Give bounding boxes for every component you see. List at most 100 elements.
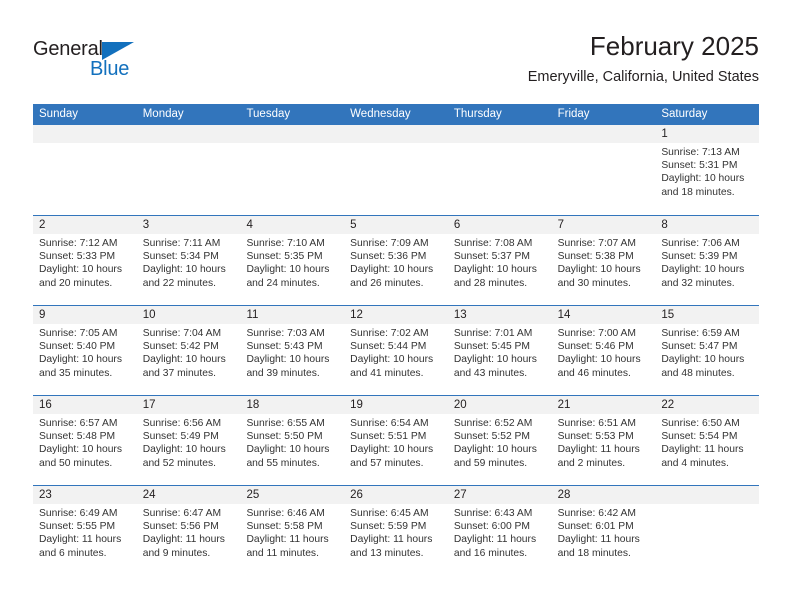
day-cell[interactable]: 15 Sunrise: 6:59 AM Sunset: 5:47 PM Dayligh… (655, 306, 760, 395)
day-cell[interactable]: 23 Sunrise: 6:49 AM Sunset: 5:55 PM Dayligh… (33, 486, 137, 575)
day-details: Sunrise: 7:13 AM Sunset: 5:31 PM Daylight:… (655, 143, 759, 199)
weekday-header-monday: Monday (142, 108, 184, 120)
day-cell[interactable]: 14 Sunrise: 7:00 AM Sunset: 5:46 PM Dayligh… (551, 306, 656, 395)
daylight-text: Daylight: 10 hours and 39 minutes. (246, 354, 330, 379)
day-number: 28 (551, 486, 656, 504)
day-cell[interactable]: 1 Sunrise: 7:13 AM Sunset: 5:31 PM Daylight… (655, 125, 760, 215)
sunset-text: Sunset: 5:44 PM (350, 341, 427, 353)
day-cell[interactable]: 24 Sunrise: 6:47 AM Sunset: 5:56 PM Dayligh… (136, 486, 241, 575)
day-cell[interactable]: 4 Sunrise: 7:10 AM Sunset: 5:35 PM Daylight… (240, 216, 345, 305)
brand-name-blue: Blue (90, 58, 130, 80)
day-number (240, 125, 345, 143)
day-cell[interactable]: 12 Sunrise: 7:02 AM Sunset: 5:44 PM Dayligh… (344, 306, 448, 395)
sunrise-text: Sunrise: 6:45 AM (350, 508, 429, 519)
day-number: 6 (447, 216, 552, 234)
day-number: 14 (551, 306, 656, 324)
day-details: Sunrise: 6:51 AM Sunset: 5:53 PM Daylight:… (552, 414, 656, 470)
sunrise-text: Sunrise: 7:00 AM (557, 328, 637, 339)
day-cell-empty (240, 125, 345, 215)
week-row: 23 Sunrise: 6:49 AM Sunset: 5:55 PM Dayligh… (33, 485, 760, 575)
day-cell[interactable]: 17 Sunrise: 6:56 AM Sunset: 5:49 PM Dayligh… (136, 396, 241, 485)
day-details: Sunrise: 6:54 AM Sunset: 5:51 PM Daylight:… (344, 414, 448, 470)
calendar-page: General Blue February 2025 Emeryville, C… (0, 0, 792, 612)
day-details: Sunrise: 6:43 AM Sunset: 6:00 PM Daylight:… (448, 504, 552, 560)
day-cell[interactable]: 19 Sunrise: 6:54 AM Sunset: 5:51 PM Dayligh… (344, 396, 448, 485)
day-details: Sunrise: 7:03 AM Sunset: 5:43 PM Daylight:… (240, 324, 344, 380)
weekday-header-row: Sunday Monday Tuesday Wednesday Thursday… (33, 104, 759, 125)
sunset-text: Sunset: 5:48 PM (39, 431, 116, 443)
day-number: 8 (655, 216, 760, 234)
daylight-text: Daylight: 11 hours and 6 minutes. (39, 534, 122, 559)
day-number: 19 (344, 396, 448, 414)
day-cell[interactable]: 3 Sunrise: 7:11 AM Sunset: 5:34 PM Daylight… (136, 216, 241, 305)
day-cell[interactable]: 22 Sunrise: 6:50 AM Sunset: 5:54 PM Dayligh… (655, 396, 760, 485)
title-block: February 2025 Emeryville, California, Un… (528, 30, 759, 88)
week-row: 2 Sunrise: 7:12 AM Sunset: 5:33 PM Daylight… (33, 215, 760, 305)
day-number (33, 125, 137, 143)
sunrise-text: Sunrise: 6:59 AM (661, 328, 740, 339)
day-cell[interactable]: 5 Sunrise: 7:09 AM Sunset: 5:36 PM Daylight… (344, 216, 448, 305)
day-cell[interactable]: 10 Sunrise: 7:04 AM Sunset: 5:42 PM Dayligh… (136, 306, 241, 395)
sunset-text: Sunset: 5:55 PM (39, 521, 116, 533)
sunrise-text: Sunrise: 7:04 AM (142, 328, 222, 339)
day-details: Sunrise: 7:08 AM Sunset: 5:37 PM Daylight:… (448, 234, 552, 290)
day-cell[interactable]: 7 Sunrise: 7:07 AM Sunset: 5:38 PM Daylight… (551, 216, 656, 305)
weekday-header-sunday: Sunday (39, 108, 79, 120)
day-details: Sunrise: 6:46 AM Sunset: 5:58 PM Daylight:… (240, 504, 344, 560)
day-cell[interactable]: 26 Sunrise: 6:45 AM Sunset: 5:59 PM Dayligh… (344, 486, 448, 575)
sunset-text: Sunset: 5:40 PM (39, 341, 116, 353)
day-details: Sunrise: 6:56 AM Sunset: 5:49 PM Daylight:… (137, 414, 241, 470)
day-cell[interactable]: 20 Sunrise: 6:52 AM Sunset: 5:52 PM Dayligh… (447, 396, 552, 485)
day-cell-empty (655, 486, 760, 575)
sunrise-text: Sunrise: 7:03 AM (246, 328, 325, 339)
sunset-text: Sunset: 5:45 PM (453, 341, 531, 353)
daylight-text: Daylight: 10 hours and 26 minutes. (350, 264, 434, 289)
day-cell[interactable]: 25 Sunrise: 6:46 AM Sunset: 5:58 PM Dayligh… (240, 486, 345, 575)
day-number (447, 125, 552, 143)
day-cell[interactable]: 21 Sunrise: 6:51 AM Sunset: 5:53 PM Dayligh… (551, 396, 656, 485)
day-cell[interactable]: 13 Sunrise: 7:01 AM Sunset: 5:45 PM Dayligh… (447, 306, 552, 395)
day-cell[interactable]: 16 Sunrise: 6:57 AM Sunset: 5:48 PM Dayligh… (33, 396, 137, 485)
weekday-header-thursday: Thursday (453, 108, 502, 120)
daylight-text: Daylight: 11 hours and 9 minutes. (142, 534, 225, 559)
sunrise-text: Sunrise: 7:02 AM (350, 328, 429, 339)
day-cell[interactable]: 18 Sunrise: 6:55 AM Sunset: 5:50 PM Dayligh… (240, 396, 345, 485)
day-details: Sunrise: 7:04 AM Sunset: 5:42 PM Daylight:… (137, 324, 241, 380)
day-cell[interactable]: 28 Sunrise: 6:42 AM Sunset: 6:01 PM Dayligh… (551, 486, 656, 575)
daylight-text: Daylight: 10 hours and 41 minutes. (350, 354, 434, 379)
sunrise-text: Sunrise: 6:47 AM (142, 508, 222, 519)
sunset-text: Sunset: 5:47 PM (661, 341, 738, 353)
day-details: Sunrise: 6:49 AM Sunset: 5:55 PM Daylight:… (33, 504, 137, 560)
day-cell[interactable]: 27 Sunrise: 6:43 AM Sunset: 6:00 PM Dayligh… (447, 486, 552, 575)
sunrise-text: Sunrise: 7:10 AM (246, 238, 325, 249)
day-details: Sunrise: 7:05 AM Sunset: 5:40 PM Daylight:… (33, 324, 137, 380)
sunrise-text: Sunrise: 7:01 AM (453, 328, 533, 339)
day-number: 10 (136, 306, 241, 324)
daylight-text: Daylight: 11 hours and 18 minutes. (557, 534, 640, 559)
brand-logo: General Blue (33, 38, 233, 88)
page-header: General Blue February 2025 Emeryville, C… (33, 30, 759, 100)
day-cell[interactable]: 8 Sunrise: 7:06 AM Sunset: 5:39 PM Daylight… (655, 216, 760, 305)
page-subtitle: Emeryville, California, United States (527, 69, 759, 85)
day-cell[interactable]: 2 Sunrise: 7:12 AM Sunset: 5:33 PM Daylight… (33, 216, 137, 305)
daylight-text: Daylight: 11 hours and 2 minutes. (557, 444, 640, 469)
sunset-text: Sunset: 5:35 PM (246, 251, 323, 263)
daylight-text: Daylight: 10 hours and 46 minutes. (557, 354, 641, 379)
sunset-text: Sunset: 5:39 PM (661, 251, 738, 263)
daylight-text: Daylight: 10 hours and 22 minutes. (142, 264, 226, 289)
day-number: 13 (447, 306, 552, 324)
day-details: Sunrise: 6:45 AM Sunset: 5:59 PM Daylight:… (344, 504, 448, 560)
daylight-text: Daylight: 11 hours and 11 minutes. (246, 534, 329, 559)
day-cell[interactable]: 9 Sunrise: 7:05 AM Sunset: 5:40 PM Daylight… (33, 306, 137, 395)
day-number: 27 (447, 486, 552, 504)
weekday-header-saturday: Saturday (661, 108, 708, 120)
day-number: 21 (551, 396, 656, 414)
sunset-text: Sunset: 6:00 PM (453, 521, 531, 533)
sunrise-text: Sunrise: 7:13 AM (661, 147, 740, 158)
sunset-text: Sunset: 5:59 PM (350, 521, 427, 533)
sunset-text: Sunset: 6:01 PM (557, 521, 634, 533)
day-number (655, 486, 760, 504)
day-number (136, 125, 241, 143)
day-cell[interactable]: 6 Sunrise: 7:08 AM Sunset: 5:37 PM Daylight… (447, 216, 552, 305)
day-cell[interactable]: 11 Sunrise: 7:03 AM Sunset: 5:43 PM Dayligh… (240, 306, 345, 395)
